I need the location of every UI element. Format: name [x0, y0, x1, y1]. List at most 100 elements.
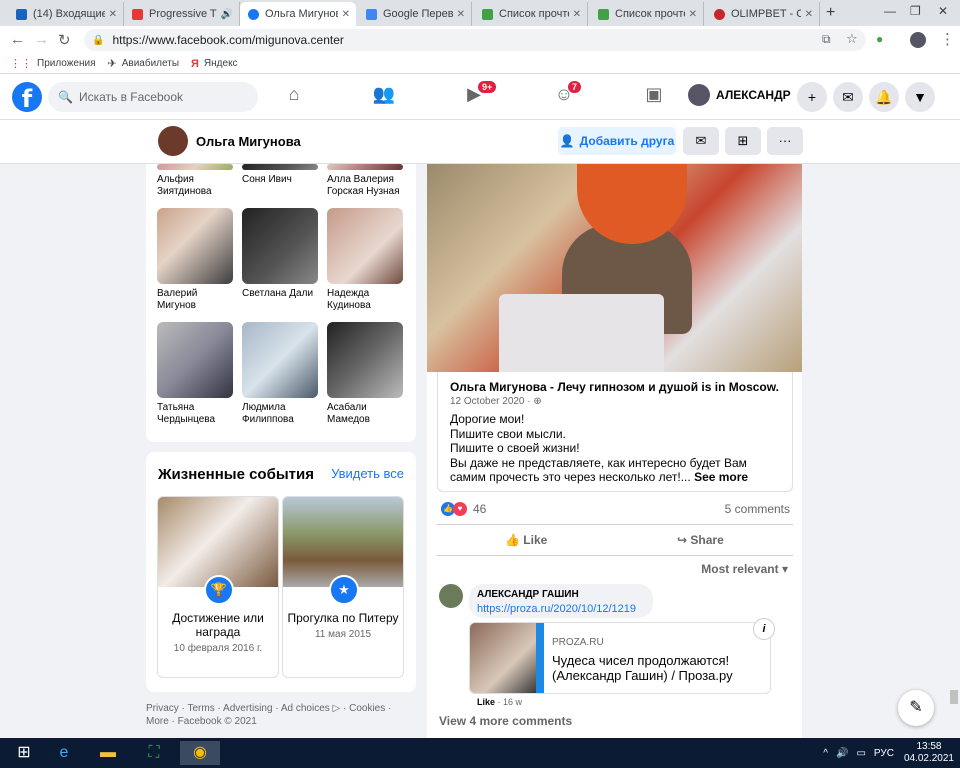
- life-event-walk[interactable]: ★ Прогулка по Питеру 11 мая 2015: [282, 496, 404, 678]
- life-event-award[interactable]: 🏆 Достижение или награда 10 февраля 2016…: [157, 496, 279, 678]
- browser-tab-list-2[interactable]: Список прочтен ✕: [590, 2, 704, 26]
- close-icon[interactable]: ✕: [109, 9, 117, 20]
- minimize-icon[interactable]: —: [884, 4, 896, 18]
- bookmark-aviabilety[interactable]: ✈ Авиабилеты: [108, 57, 180, 70]
- notifications-bell-icon[interactable]: 🔔: [869, 82, 899, 112]
- groups-icon[interactable]: ☺ 7: [544, 81, 584, 110]
- network-icon[interactable]: ▭: [856, 748, 865, 759]
- friend-photo[interactable]: [157, 208, 233, 284]
- comment-author[interactable]: АЛЕКСАНДР ГАШИН: [477, 589, 645, 600]
- close-icon[interactable]: ✕: [689, 9, 697, 20]
- friend-item[interactable]: Светлана Дали: [242, 208, 318, 300]
- address-bar[interactable]: 🔒 https://www.facebook.com/migunova.cent…: [84, 29, 866, 51]
- comments-count[interactable]: 5 comments: [725, 502, 790, 516]
- menu-icon[interactable]: ⋮: [940, 30, 955, 48]
- friend-photo[interactable]: [327, 208, 403, 284]
- commenter-avatar[interactable]: [439, 584, 463, 608]
- link-preview-card[interactable]: PROZA.RU Чудеса чисел продолжаются! (Але…: [469, 622, 771, 694]
- chrome-icon[interactable]: ◉: [180, 741, 220, 765]
- close-icon[interactable]: ✕: [342, 9, 350, 20]
- search-input[interactable]: 🔍 Искать в Facebook: [48, 82, 258, 112]
- close-window-icon[interactable]: ✕: [938, 4, 948, 18]
- close-icon[interactable]: ✕: [573, 9, 581, 20]
- comment-like-button[interactable]: Like: [477, 697, 495, 707]
- account-menu-chevron-icon[interactable]: ▼: [905, 82, 935, 112]
- friend-item[interactable]: Альфия Зиятдинова: [157, 164, 233, 198]
- view-more-comments[interactable]: View 4 more comments: [439, 714, 572, 728]
- friend-item[interactable]: Валерий Мигунов: [157, 208, 233, 312]
- profile-avatar[interactable]: [910, 32, 926, 48]
- back-icon[interactable]: ←: [10, 31, 25, 48]
- bookmark-star-icon[interactable]: ☆: [846, 31, 858, 47]
- friend-item[interactable]: Татьяна Чердынцева: [157, 322, 233, 426]
- life-event-photo: [283, 497, 403, 587]
- browser-tab-translate[interactable]: Google Перевод ✕: [358, 2, 472, 26]
- add-friend-button[interactable]: 👤 Добавить друга: [558, 127, 676, 155]
- friend-photo[interactable]: [157, 322, 233, 398]
- more-options-button[interactable]: ···: [767, 127, 803, 155]
- follow-button[interactable]: ⊞: [725, 127, 761, 155]
- profile-chip[interactable]: АЛЕКСАНДР: [688, 84, 791, 106]
- scrollbar[interactable]: [950, 690, 958, 704]
- friend-item[interactable]: Надежда Кудинова: [327, 208, 403, 312]
- new-tab-button[interactable]: +: [826, 4, 835, 22]
- close-icon[interactable]: ✕: [805, 9, 813, 20]
- watch-icon[interactable]: ▶ 9+: [454, 81, 497, 110]
- friend-photo[interactable]: [242, 164, 318, 170]
- store-icon[interactable]: ⛶: [134, 741, 174, 765]
- home-icon[interactable]: ⌂: [274, 84, 314, 110]
- friend-photo[interactable]: [327, 322, 403, 398]
- friend-item[interactable]: Людмила Филиппова: [242, 322, 318, 426]
- message-button[interactable]: ✉: [683, 127, 719, 155]
- messenger-icon[interactable]: ✉: [833, 82, 863, 112]
- friend-item[interactable]: Алла Валерия Горская Нузная: [327, 164, 403, 198]
- browser-tab-olimpbet[interactable]: OLIMPBET - Спо ✕: [706, 2, 820, 26]
- windows-start-icon[interactable]: ⊞: [4, 741, 44, 765]
- reload-icon[interactable]: ↻: [58, 31, 71, 49]
- extension-icon[interactable]: ●: [876, 32, 883, 46]
- facebook-logo-icon[interactable]: f: [12, 82, 42, 113]
- browser-tab-facebook[interactable]: Ольга Мигунова ✕: [240, 2, 356, 26]
- internet-explorer-icon[interactable]: e: [44, 741, 84, 765]
- restore-icon[interactable]: ❐: [910, 4, 921, 18]
- new-message-edit-icon[interactable]: ✎: [898, 690, 934, 726]
- browser-tab-list-1[interactable]: Список прочтен ✕: [474, 2, 588, 26]
- tray-arrow-icon[interactable]: ^: [823, 748, 828, 759]
- close-icon[interactable]: ✕: [457, 9, 465, 20]
- forward-icon[interactable]: →: [34, 31, 49, 48]
- post-date[interactable]: 12 October 2020 · ⊕: [450, 396, 542, 407]
- friend-photo[interactable]: [242, 208, 318, 284]
- translate-page-icon[interactable]: ⧉: [822, 32, 831, 47]
- footer-links[interactable]: Privacy · Terms · Advertising · Ad choic…: [146, 702, 416, 728]
- bookmark-yandex[interactable]: Я Яндекс: [191, 58, 238, 70]
- language-indicator[interactable]: РУС: [874, 748, 894, 759]
- see-more-link[interactable]: See more: [694, 470, 748, 484]
- share-button[interactable]: ↪ Share: [677, 533, 724, 547]
- comment-sort-dropdown[interactable]: Most relevant ▾: [701, 562, 788, 576]
- clock[interactable]: 13:58 04.02.2021: [904, 741, 954, 765]
- windows-taskbar: ⊞ e ▬ ⛶ ◉ ^ 🔊 ▭ РУС 13:58 04.02.2021: [0, 738, 960, 768]
- reactions-summary[interactable]: 👍 ♥ 46: [441, 502, 486, 516]
- volume-icon[interactable]: 🔊: [836, 748, 848, 759]
- comment-link[interactable]: https://proza.ru/2020/10/12/1219: [477, 603, 645, 615]
- gaming-icon[interactable]: ▣: [634, 84, 674, 110]
- create-plus-icon[interactable]: +: [797, 82, 827, 112]
- file-explorer-icon[interactable]: ▬: [88, 741, 128, 765]
- like-button[interactable]: 👍 Like: [505, 533, 547, 547]
- see-all-link[interactable]: Увидеть все: [331, 466, 404, 481]
- post-author[interactable]: Ольга Мигунова - Лечу гипнозом и душой i…: [450, 380, 779, 394]
- friend-item[interactable]: Соня Ивич: [242, 164, 318, 186]
- browser-tab-progressive[interactable]: Progressive T 🔊: [124, 2, 240, 26]
- friend-item[interactable]: Асабали Мамедов: [327, 322, 403, 426]
- profile-avatar[interactable]: [158, 126, 188, 156]
- post-photo[interactable]: [427, 164, 802, 372]
- friends-icon[interactable]: 👥: [364, 84, 404, 110]
- friend-photo[interactable]: [327, 164, 403, 170]
- info-icon[interactable]: i: [753, 618, 775, 640]
- friend-photo[interactable]: [157, 164, 233, 170]
- profile-name[interactable]: Ольга Мигунова: [196, 134, 301, 149]
- bookmark-apps[interactable]: ⋮⋮ Приложения: [10, 57, 96, 70]
- browser-tab-inbox[interactable]: (14) Входящие - ✕: [8, 2, 124, 26]
- speaker-icon[interactable]: 🔊: [221, 9, 233, 20]
- friend-photo[interactable]: [242, 322, 318, 398]
